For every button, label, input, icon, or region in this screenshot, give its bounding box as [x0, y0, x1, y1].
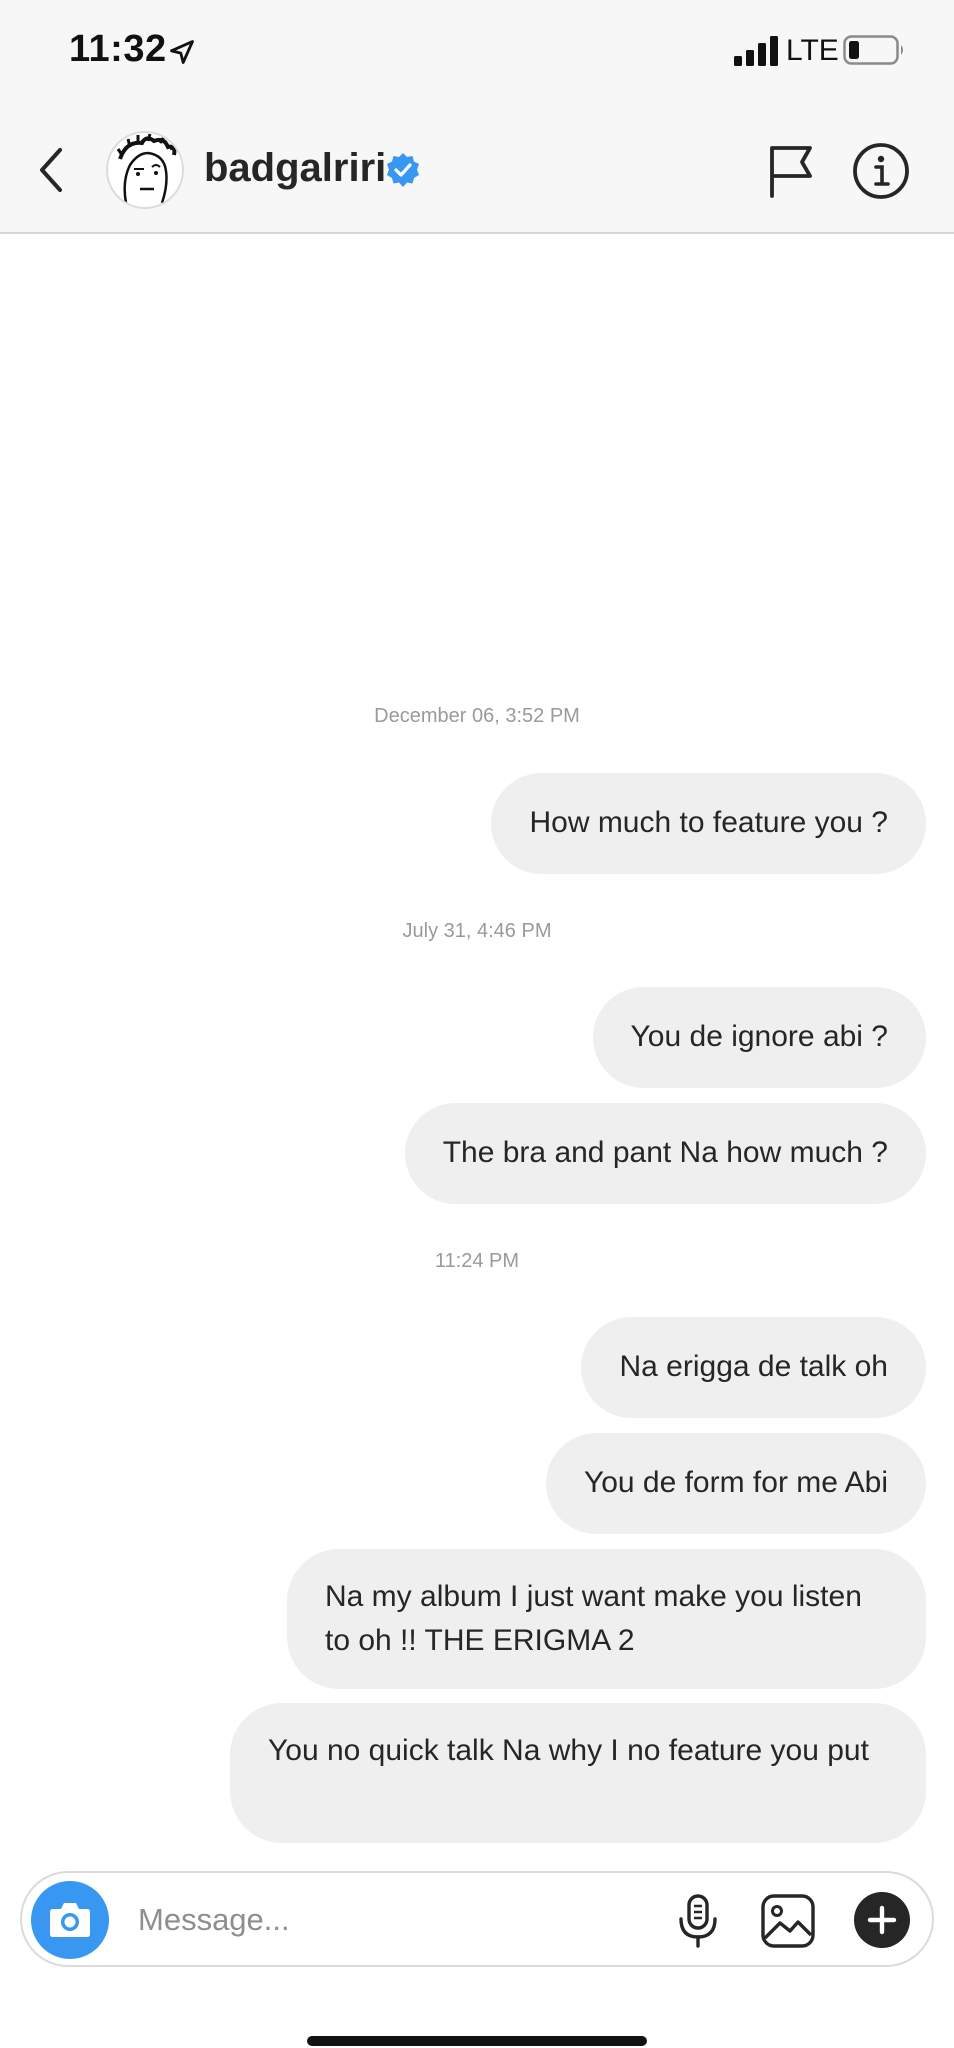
gallery-icon[interactable]	[760, 1893, 816, 1949]
plus-button[interactable]	[854, 1892, 910, 1948]
conversation-header: badgalriri	[0, 110, 954, 234]
username[interactable]: badgalriri	[204, 146, 386, 191]
message-bubble[interactable]: You de form for me Abi	[545, 1433, 926, 1534]
message-composer	[20, 1871, 934, 1967]
timestamp: 11:24 PM	[434, 1250, 520, 1272]
plus-icon	[867, 1905, 897, 1935]
avatar[interactable]	[106, 131, 184, 209]
message-bubble[interactable]: Na my album I just want make you listen …	[287, 1549, 926, 1689]
back-icon[interactable]	[30, 140, 74, 200]
message-bubble[interactable]: How much to feature you ?	[491, 773, 926, 874]
message-bubble[interactable]: You de ignore abi ?	[592, 987, 926, 1088]
timestamp: December 06, 3:52 PM	[374, 705, 580, 727]
message-bubble[interactable]: The bra and pant Na how much ?	[404, 1103, 926, 1204]
message-bubble[interactable]: Na erigga de talk oh	[581, 1317, 926, 1418]
status-bar: 11:32 LTE	[0, 0, 954, 110]
info-icon[interactable]	[852, 142, 910, 200]
camera-button[interactable]	[31, 1881, 109, 1959]
status-time: 11:32	[69, 28, 167, 70]
verified-badge-icon	[387, 153, 419, 187]
message-input[interactable]	[138, 1897, 658, 1943]
avatar-doodle-icon	[116, 133, 177, 204]
home-indicator[interactable]	[307, 2036, 647, 2046]
network-type-label: LTE	[786, 34, 839, 67]
microphone-icon[interactable]	[676, 1893, 720, 1949]
camera-icon	[50, 1903, 90, 1937]
cellular-signal-icon	[734, 36, 778, 66]
flag-icon[interactable]	[766, 144, 816, 198]
location-arrow-icon	[170, 40, 194, 64]
message-bubble[interactable]: You no quick talk Na why I no feature yo…	[230, 1703, 926, 1843]
timestamp: July 31, 4:46 PM	[402, 920, 552, 942]
battery-icon	[843, 35, 903, 65]
